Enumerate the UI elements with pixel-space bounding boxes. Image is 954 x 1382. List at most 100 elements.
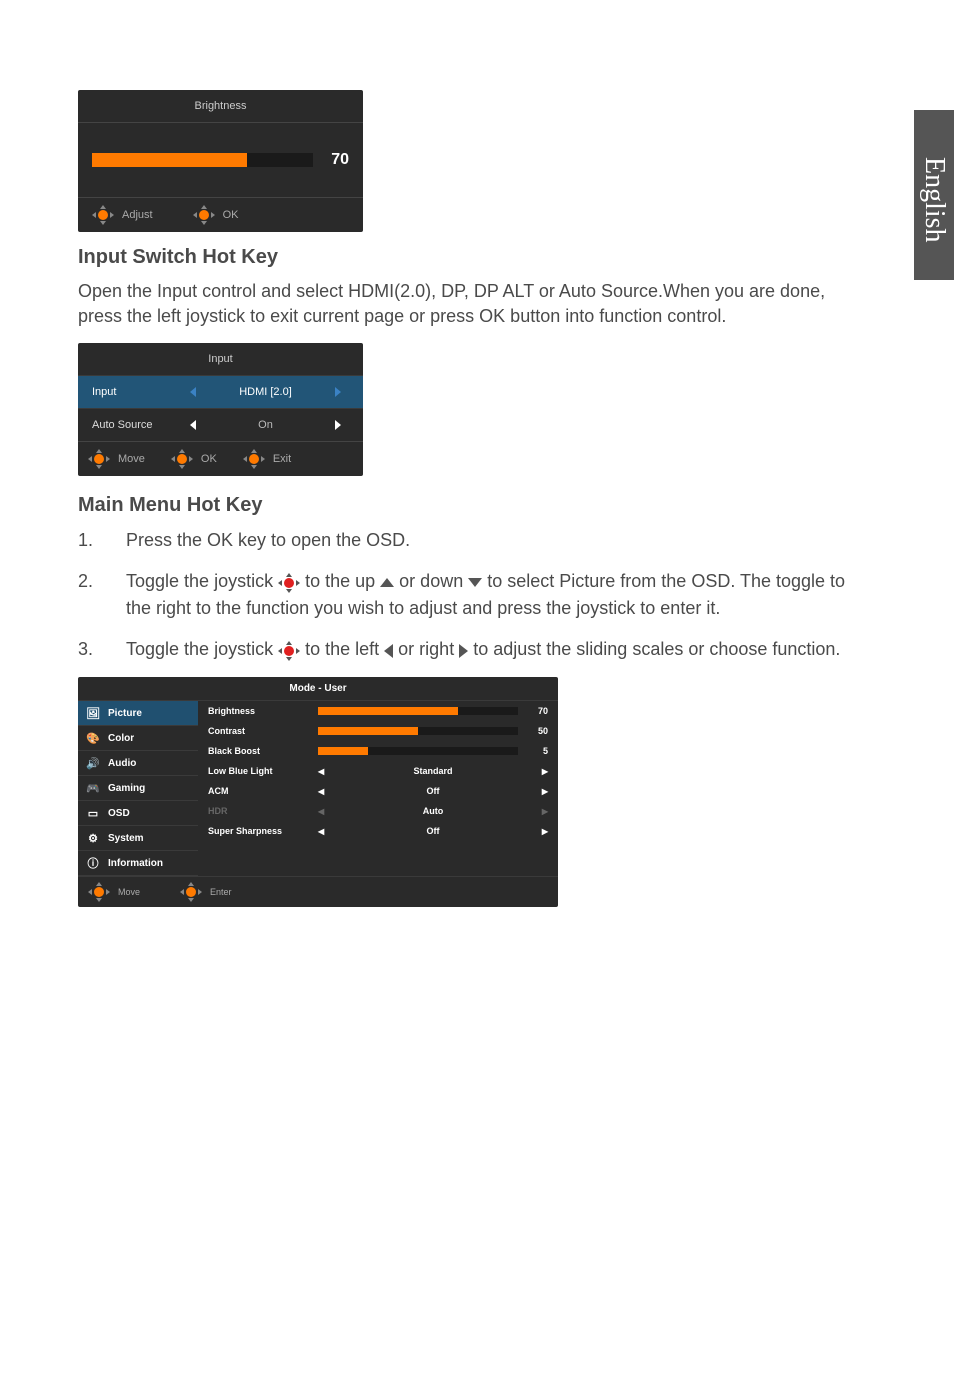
gaming-icon: 🎮 — [86, 781, 100, 795]
setting-selector[interactable]: ◀ Off ▶ — [318, 826, 548, 836]
setting-label: Low Blue Light — [208, 766, 318, 776]
step-text: to the left — [305, 639, 384, 659]
sidebar-item-label: Audio — [108, 758, 136, 769]
chevron-right-icon[interactable]: ▶ — [542, 767, 548, 776]
sidebar-item-label: OSD — [108, 808, 130, 819]
osd-input-title: Input — [78, 343, 363, 375]
chevron-left-icon[interactable]: ◀ — [318, 767, 324, 776]
setting-selector[interactable]: ◀ Off ▶ — [318, 786, 548, 796]
brightness-slider[interactable] — [92, 153, 313, 167]
step-text: Toggle the joystick — [126, 571, 278, 591]
arrow-up-icon — [380, 578, 394, 587]
chevron-right-icon[interactable] — [335, 420, 341, 430]
setting-row-contrast[interactable]: Contrast 50 — [198, 721, 558, 741]
joystick-icon — [278, 642, 300, 660]
joystick-icon — [171, 450, 193, 468]
chevron-right-icon[interactable]: ▶ — [542, 827, 548, 836]
setting-slider[interactable] — [318, 727, 518, 735]
sidebar-item-label: Gaming — [108, 783, 145, 794]
joystick-icon — [180, 883, 202, 901]
sidebar-item-color[interactable]: 🎨Color — [78, 726, 198, 751]
setting-value: 5 — [524, 746, 548, 756]
setting-row-low-blue-light[interactable]: Low Blue Light◀Standard▶ — [198, 761, 558, 781]
joystick-icon — [88, 883, 110, 901]
sidebar-item-system[interactable]: ⚙ System — [78, 826, 198, 851]
setting-row-brightness[interactable]: Brightness 70 — [198, 701, 558, 721]
input-row-value: On — [204, 419, 327, 431]
information-icon: ⓘ — [86, 856, 100, 870]
setting-row-super-sharpness[interactable]: Super Sharpness◀Off▶ — [198, 821, 558, 841]
step-3: Toggle the joystick to the left or right… — [78, 636, 874, 663]
input-row[interactable]: Auto Source On — [78, 408, 363, 441]
hint-enter-label: Enter — [210, 887, 232, 897]
hint-ok: OK — [171, 450, 217, 468]
arrow-right-icon — [459, 644, 468, 658]
input-switch-heading: Input Switch Hot Key — [78, 246, 874, 269]
setting-value: Off — [427, 786, 440, 796]
hint-exit: Exit — [243, 450, 291, 468]
document-page: English Brightness 70 Adjust OK Input Sw… — [0, 0, 954, 1382]
chevron-left-icon[interactable] — [190, 387, 196, 397]
brightness-hints: Adjust OK — [78, 197, 363, 232]
input-row-label: Auto Source — [92, 419, 182, 431]
input-row-label: Input — [92, 386, 182, 398]
brightness-slider-row: 70 — [78, 122, 363, 197]
osd-input-panel: Input InputHDMI [2.0]Auto SourceOn Move … — [78, 343, 363, 476]
color-icon: 🎨 — [86, 731, 100, 745]
system-icon: ⚙ — [86, 831, 100, 845]
hint-move: Move — [88, 883, 140, 901]
osd-brightness-title: Brightness — [78, 90, 363, 122]
sidebar-item-osd[interactable]: ▭ OSD — [78, 801, 198, 826]
sidebar-item-audio[interactable]: 🔊 Audio — [78, 751, 198, 776]
input-switch-paragraph: Open the Input control and select HDMI(2… — [78, 279, 874, 329]
hint-move-label: Move — [118, 887, 140, 897]
joystick-icon — [193, 206, 215, 224]
setting-row-black-boost[interactable]: Black Boost 5 — [198, 741, 558, 761]
osd-icon: ▭ — [86, 806, 100, 820]
setting-value: Off — [427, 826, 440, 836]
main-menu-heading: Main Menu Hot Key — [78, 494, 874, 517]
hint-ok-label: OK — [223, 209, 239, 221]
chevron-right-icon[interactable]: ▶ — [542, 787, 548, 796]
picture-icon: 🖼 — [86, 706, 100, 720]
setting-label: Brightness — [208, 706, 318, 716]
sidebar-item-information[interactable]: ⓘInformation — [78, 851, 198, 876]
setting-label: ACM — [208, 786, 318, 796]
sidebar-item-label: Picture — [108, 708, 142, 719]
setting-row-acm[interactable]: ACM◀ Off ▶ — [198, 781, 558, 801]
input-row[interactable]: InputHDMI [2.0] — [78, 375, 363, 408]
main-sidebar: 🖼 Picture 🎨Color 🔊 Audio 🎮 Gaming ▭ OSD ⚙ System ⓘI… — [78, 701, 198, 876]
setting-label: Contrast — [208, 726, 318, 736]
sidebar-item-label: System — [108, 833, 144, 844]
sidebar-item-picture[interactable]: 🖼 Picture — [78, 701, 198, 726]
step-text: or down — [399, 571, 468, 591]
chevron-left-icon[interactable]: ◀ — [318, 827, 324, 836]
osd-main-panel: Mode - User 🖼Picture🎨Color🔊Audio🎮Gaming▭… — [78, 677, 558, 907]
setting-selector[interactable]: ◀Standard▶ — [318, 766, 548, 776]
chevron-right-icon: ▶ — [542, 807, 548, 816]
osd-brightness-panel: Brightness 70 Adjust OK — [78, 90, 363, 232]
step-text: Toggle the joystick — [126, 639, 278, 659]
step-text: to adjust the sliding scales or choose f… — [473, 639, 840, 659]
main-menu-steps: Press the OK key to open the OSD. Toggle… — [78, 527, 874, 663]
arrow-down-icon — [468, 578, 482, 587]
step-text: or right — [398, 639, 459, 659]
setting-label: HDR — [208, 806, 318, 816]
step-text: to the up — [305, 571, 380, 591]
hint-move: Move — [88, 450, 145, 468]
setting-slider[interactable] — [318, 707, 518, 715]
input-rows: InputHDMI [2.0] Auto Source On — [78, 375, 363, 441]
setting-slider[interactable] — [318, 747, 518, 755]
chevron-right-icon[interactable] — [335, 387, 341, 397]
joystick-icon — [88, 450, 110, 468]
main-content: Brightness 70 Contrast 50 Black Boost 5 Low Bl… — [198, 701, 558, 876]
setting-value: 70 — [524, 706, 548, 716]
chevron-left-icon[interactable]: ◀ — [318, 787, 324, 796]
arrow-left-icon — [384, 644, 393, 658]
chevron-left-icon[interactable] — [190, 420, 196, 430]
setting-value: 50 — [524, 726, 548, 736]
joystick-icon — [92, 206, 114, 224]
setting-label: Black Boost — [208, 746, 318, 756]
sidebar-item-gaming[interactable]: 🎮 Gaming — [78, 776, 198, 801]
audio-icon: 🔊 — [86, 756, 100, 770]
